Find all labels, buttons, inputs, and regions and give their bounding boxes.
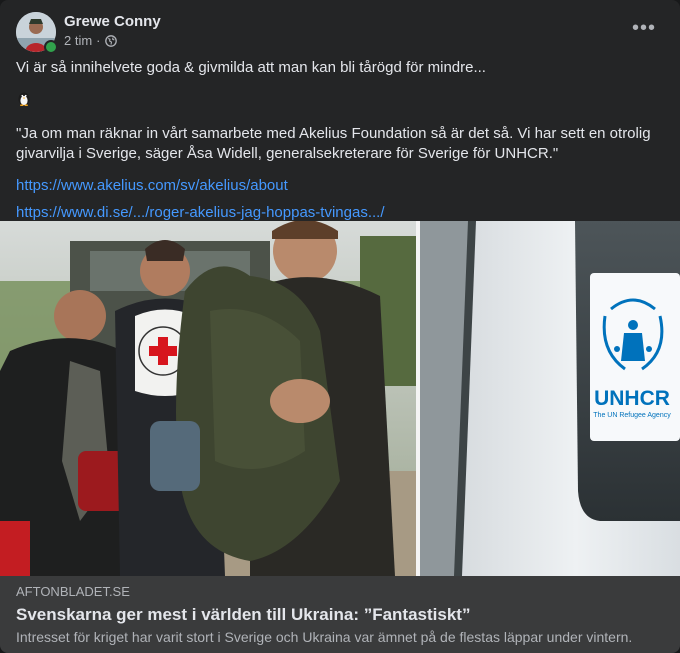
preview-domain: AFTONBLADET.SE: [16, 584, 130, 599]
post-quote: "Ja om man räknar in vårt samarbete med …: [16, 125, 651, 162]
link-preview-image[interactable]: UNHCR The UN Refugee Agency: [0, 221, 680, 576]
post-card: Grewe Conny 2 tim · ••• Vi är så innihel…: [0, 0, 680, 653]
meta-separator: ·: [96, 33, 101, 48]
preview-title[interactable]: Svenskarna ger mest i världen till Ukrai…: [16, 604, 664, 626]
post-body: Vi är så innihelvete goda & givmilda att…: [16, 58, 664, 230]
globe-icon[interactable]: [104, 35, 117, 47]
author-name[interactable]: Grewe Conny: [64, 12, 161, 32]
online-status-dot: [44, 40, 58, 54]
post-text-line: Vi är så innihelvete goda & givmilda att…: [16, 59, 486, 76]
link-preview[interactable]: AFTONBLADET.SE Svenskarna ger mest i vär…: [0, 576, 680, 653]
post-time[interactable]: 2 tim: [64, 33, 92, 49]
di-article-link[interactable]: https://www.di.se/.../roger-akelius-jag-…: [16, 203, 664, 223]
more-options-icon: •••: [631, 16, 656, 39]
unhcr-logo-text: UNHCR: [594, 387, 670, 410]
post-meta: 2 tim ·: [64, 33, 117, 49]
more-options-button[interactable]: •••: [630, 16, 658, 40]
emoji-line: [16, 90, 664, 112]
penguin-emoji-icon: [16, 90, 32, 106]
unhcr-logo-subtext: The UN Refugee Agency: [593, 412, 671, 419]
akelius-link[interactable]: https://www.akelius.com/sv/akelius/about: [16, 176, 664, 196]
post-header: Grewe Conny 2 tim · •••: [16, 12, 664, 54]
article-photo: UNHCR The UN Refugee Agency: [0, 221, 680, 576]
preview-description: Intresset för kriget har varit stort i S…: [16, 629, 633, 645]
